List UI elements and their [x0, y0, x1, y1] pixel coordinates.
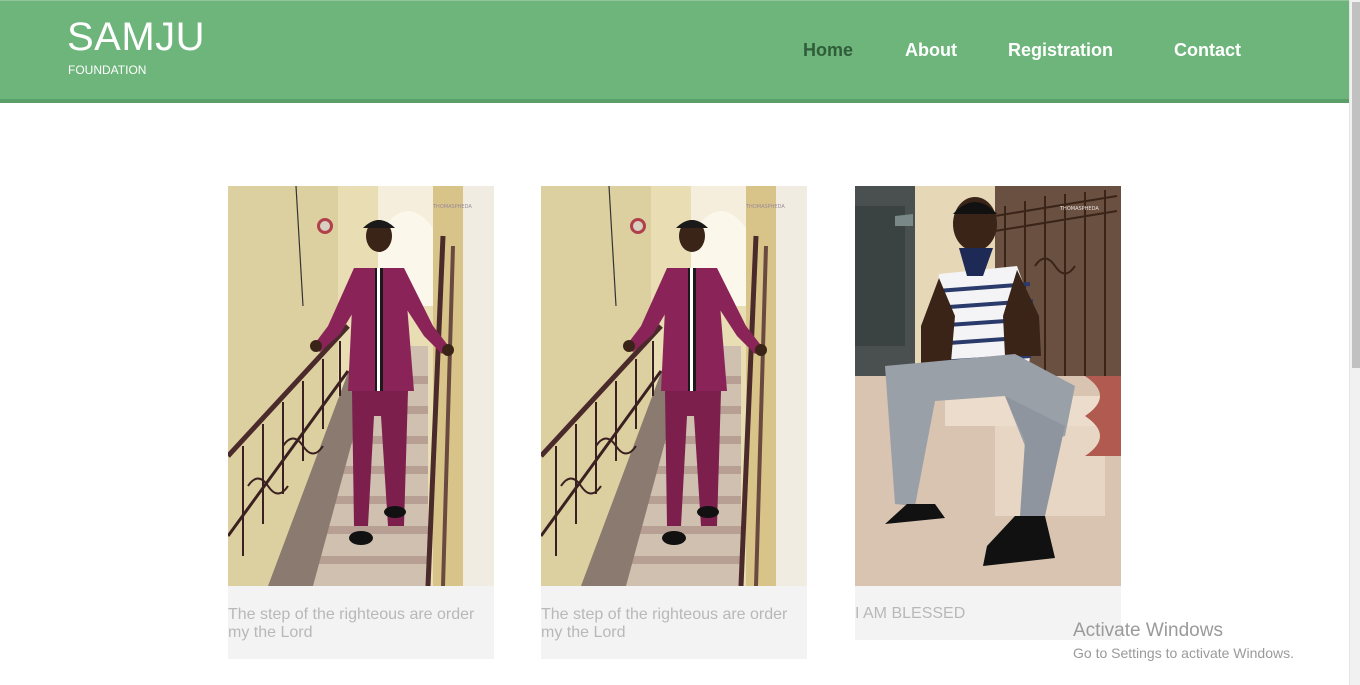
svg-text:THOMASPHEDA: THOMASPHEDA — [432, 204, 472, 210]
site-header: SAMJU FOUNDATION Home About Registration… — [0, 0, 1349, 103]
page: SAMJU FOUNDATION Home About Registration… — [0, 0, 1360, 685]
photo-card: THOMASPHEDA The step of the righteous ar… — [228, 186, 494, 659]
scrollbar-thumb[interactable] — [1352, 2, 1360, 368]
logo-subtitle: FOUNDATION — [68, 63, 147, 77]
nav-registration-link[interactable]: Registration — [1008, 40, 1113, 61]
main-nav: Home About Registration Contact — [0, 40, 1349, 64]
activate-windows-watermark: Activate Windows Go to Settings to activ… — [1073, 620, 1294, 663]
card-photo-man-on-stairs: THOMASPHEDA — [228, 186, 494, 586]
card-photo-man-on-stairs: THOMASPHEDA — [541, 186, 807, 586]
svg-text:THOMASPHEDA: THOMASPHEDA — [745, 204, 785, 210]
nav-about-link[interactable]: About — [905, 40, 957, 61]
nav-home-link[interactable]: Home — [803, 40, 853, 61]
svg-text:THOMASPHEDA: THOMASPHEDA — [1059, 206, 1099, 212]
photo-card: THOMASPHEDA The step of the righteous ar… — [541, 186, 807, 659]
page-scrollbar[interactable] — [1349, 0, 1360, 685]
card-photo-man-seated: THOMASPHEDA — [855, 186, 1121, 586]
photo-card: THOMASPHEDA I AM BLESSED — [855, 186, 1121, 640]
card-caption: The step of the righteous are order my t… — [541, 606, 788, 641]
nav-contact-link[interactable]: Contact — [1174, 40, 1241, 61]
activate-windows-subtitle: Go to Settings to activate Windows. — [1073, 645, 1294, 661]
activate-windows-title: Activate Windows — [1073, 620, 1223, 641]
card-caption: The step of the righteous are order my t… — [228, 606, 475, 641]
